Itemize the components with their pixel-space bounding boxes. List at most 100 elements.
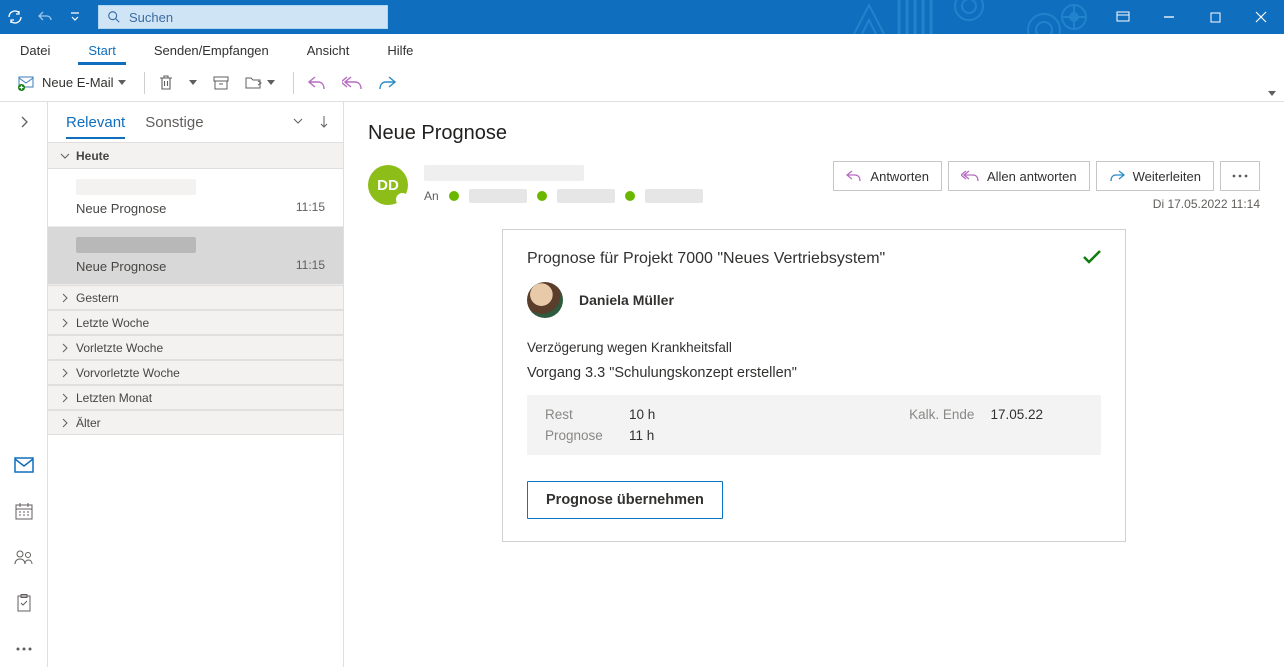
chevron-right-icon	[60, 318, 70, 328]
delete-dropdown[interactable]	[183, 69, 203, 97]
minimize-icon[interactable]	[1146, 0, 1192, 34]
filter-dropdown-icon[interactable]	[293, 116, 303, 128]
delete-button[interactable]	[153, 69, 179, 97]
chevron-right-icon	[60, 293, 70, 303]
refresh-icon[interactable]	[0, 0, 30, 34]
apply-prognose-button[interactable]: Prognose übernehmen	[527, 481, 723, 519]
move-button[interactable]	[239, 69, 281, 97]
stat-value: 10 h	[629, 407, 655, 422]
tab-hilfe[interactable]: Hilfe	[377, 37, 423, 64]
maximize-icon[interactable]	[1192, 0, 1238, 34]
stat-label: Kalk. Ende	[909, 407, 974, 443]
forward-label: Weiterleiten	[1133, 169, 1201, 184]
reply-button[interactable]: Antworten	[833, 161, 942, 191]
tab-start[interactable]: Start	[78, 37, 125, 64]
message-time: 11:15	[296, 258, 325, 272]
tab-ansicht[interactable]: Ansicht	[297, 37, 360, 64]
menu-bar: Datei Start Senden/Empfangen Ansicht Hil…	[0, 34, 1284, 64]
search-input[interactable]: Suchen	[98, 5, 388, 29]
message-time: 11:15	[296, 200, 325, 214]
group-gestern[interactable]: Gestern	[48, 285, 343, 310]
group-label: Vorvorletzte Woche	[76, 366, 180, 380]
group-label: Vorletzte Woche	[76, 341, 163, 355]
person-name: Daniela Müller	[579, 292, 674, 308]
presence-dot-icon	[625, 191, 635, 201]
reply-all-button[interactable]: Allen antworten	[948, 161, 1090, 191]
group-label: Älter	[76, 416, 101, 430]
message-from-placeholder	[76, 179, 196, 195]
group-aelter[interactable]: Älter	[48, 410, 343, 435]
forward-button[interactable]	[372, 69, 402, 97]
undo-icon[interactable]	[30, 0, 60, 34]
recipient-placeholder	[557, 189, 615, 203]
qat-dropdown-icon[interactable]	[60, 0, 90, 34]
tasks-icon[interactable]	[14, 593, 34, 613]
chevron-down-icon	[1268, 91, 1276, 96]
reply-label: Antworten	[870, 169, 929, 184]
more-icon[interactable]	[14, 639, 34, 659]
group-label: Gestern	[76, 291, 119, 305]
stat-value: 17.05.22	[990, 407, 1043, 443]
reply-icon	[846, 170, 862, 182]
filter-tab-sonstige[interactable]: Sonstige	[145, 108, 203, 137]
forward-icon	[378, 76, 396, 90]
reply-icon	[308, 76, 326, 90]
stat-label: Prognose	[545, 428, 605, 443]
avatar: DD	[368, 165, 408, 205]
chevron-right-icon	[60, 343, 70, 353]
message-timestamp: Di 17.05.2022 11:14	[1153, 197, 1260, 211]
group-label: Letzte Woche	[76, 316, 149, 330]
prognose-card: Prognose für Projekt 7000 "Neues Vertrie…	[502, 229, 1126, 542]
chevron-right-icon	[60, 418, 70, 428]
group-heute[interactable]: Heute	[48, 142, 343, 169]
ellipsis-icon	[1232, 174, 1248, 178]
chevron-right-icon	[60, 393, 70, 403]
group-letzten-monat[interactable]: Letzten Monat	[48, 385, 343, 410]
separator	[293, 72, 294, 94]
sort-icon[interactable]	[319, 116, 329, 128]
tab-senden-empfangen[interactable]: Senden/Empfangen	[144, 37, 279, 64]
ribbon: Neue E-Mail	[0, 64, 1284, 102]
group-vorletzte-woche[interactable]: Vorletzte Woche	[48, 335, 343, 360]
message-subject: Neue Prognose	[76, 259, 325, 274]
nav-rail	[0, 102, 48, 667]
reply-button[interactable]	[302, 69, 332, 97]
reply-all-icon	[961, 170, 979, 182]
forward-button[interactable]: Weiterleiten	[1096, 161, 1214, 191]
people-icon[interactable]	[14, 547, 34, 567]
collapse-ribbon-button[interactable]	[1268, 84, 1276, 99]
more-actions-button[interactable]	[1220, 161, 1260, 191]
chevron-down-icon	[118, 80, 126, 85]
mail-icon[interactable]	[14, 455, 34, 475]
message-item[interactable]: Neue Prognose 11:15	[48, 169, 343, 227]
close-icon[interactable]	[1238, 0, 1284, 34]
presence-indicator	[396, 193, 409, 206]
chevron-down-icon	[189, 80, 197, 85]
chevron-down-icon	[267, 80, 275, 85]
filter-tab-relevant[interactable]: Relevant	[66, 108, 125, 137]
message-item[interactable]: Neue Prognose 11:15	[48, 227, 343, 285]
chevron-down-icon	[60, 151, 70, 161]
archive-button[interactable]	[207, 69, 235, 97]
trash-icon	[159, 75, 173, 91]
stat-label: Rest	[545, 407, 605, 422]
message-subject: Neue Prognose	[76, 201, 325, 216]
expand-folder-pane-button[interactable]	[14, 112, 34, 132]
reply-all-label: Allen antworten	[987, 169, 1077, 184]
chevron-right-icon	[60, 368, 70, 378]
reply-all-button[interactable]	[336, 69, 368, 97]
card-task: Vorgang 3.3 "Schulungskonzept erstellen"	[527, 365, 1101, 381]
group-letzte-woche[interactable]: Letzte Woche	[48, 310, 343, 335]
search-placeholder: Suchen	[129, 10, 173, 25]
reading-pane: Neue Prognose DD An Antworten	[344, 102, 1284, 667]
tab-datei[interactable]: Datei	[10, 37, 60, 64]
group-label: Heute	[76, 149, 109, 163]
person-photo	[527, 282, 563, 318]
forward-icon	[1109, 170, 1125, 182]
card-title: Prognose für Projekt 7000 "Neues Vertrie…	[527, 250, 885, 268]
separator	[144, 72, 145, 94]
group-vorvorletzte-woche[interactable]: Vorvorletzte Woche	[48, 360, 343, 385]
new-mail-button[interactable]: Neue E-Mail	[12, 69, 132, 97]
ribbon-display-icon[interactable]	[1100, 0, 1146, 34]
calendar-icon[interactable]	[14, 501, 34, 521]
